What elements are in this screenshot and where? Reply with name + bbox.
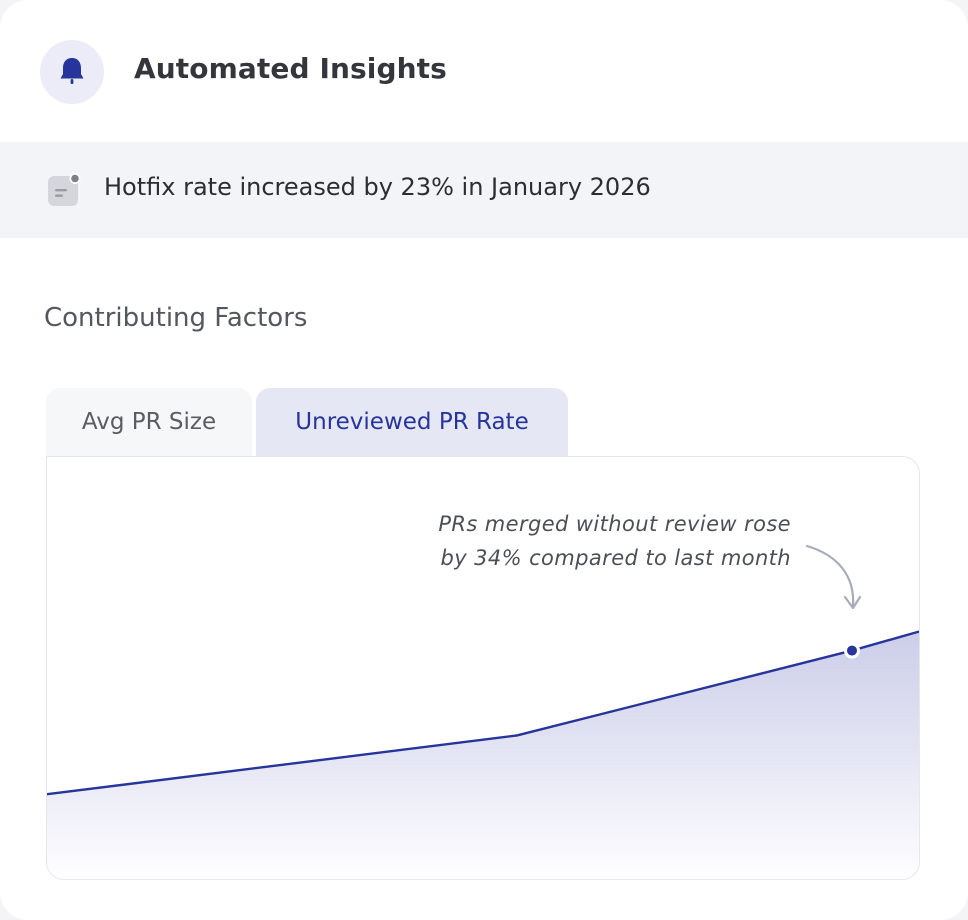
card-title: Automated Insights bbox=[134, 52, 447, 85]
tab-label: Avg PR Size bbox=[81, 409, 217, 435]
bell-icon bbox=[60, 58, 84, 84]
tab-label: Unreviewed PR Rate bbox=[295, 409, 529, 435]
card-header: Automated Insights bbox=[0, 0, 968, 142]
highlight-point[interactable] bbox=[847, 645, 857, 656]
note-icon bbox=[48, 173, 81, 206]
annotation-line-1: PRs merged without review rose bbox=[438, 512, 791, 536]
bell-icon-badge bbox=[40, 40, 104, 104]
tab-avg-pr-size[interactable]: Avg PR Size bbox=[46, 388, 252, 456]
tab-unreviewed-pr-rate[interactable]: Unreviewed PR Rate bbox=[256, 388, 568, 456]
chart-panel: PRs merged without review rose by 34% co… bbox=[46, 456, 920, 880]
insights-card: Automated Insights Hotfix rate increased… bbox=[0, 0, 968, 920]
chart-annotation: PRs merged without review rose by 34% co… bbox=[431, 507, 791, 575]
section-title: Contributing Factors bbox=[44, 303, 308, 333]
insight-text: Hotfix rate increased by 23% in January … bbox=[104, 173, 651, 201]
area-fill bbox=[47, 631, 919, 879]
annotation-line-2: by 34% compared to last month bbox=[440, 546, 791, 570]
